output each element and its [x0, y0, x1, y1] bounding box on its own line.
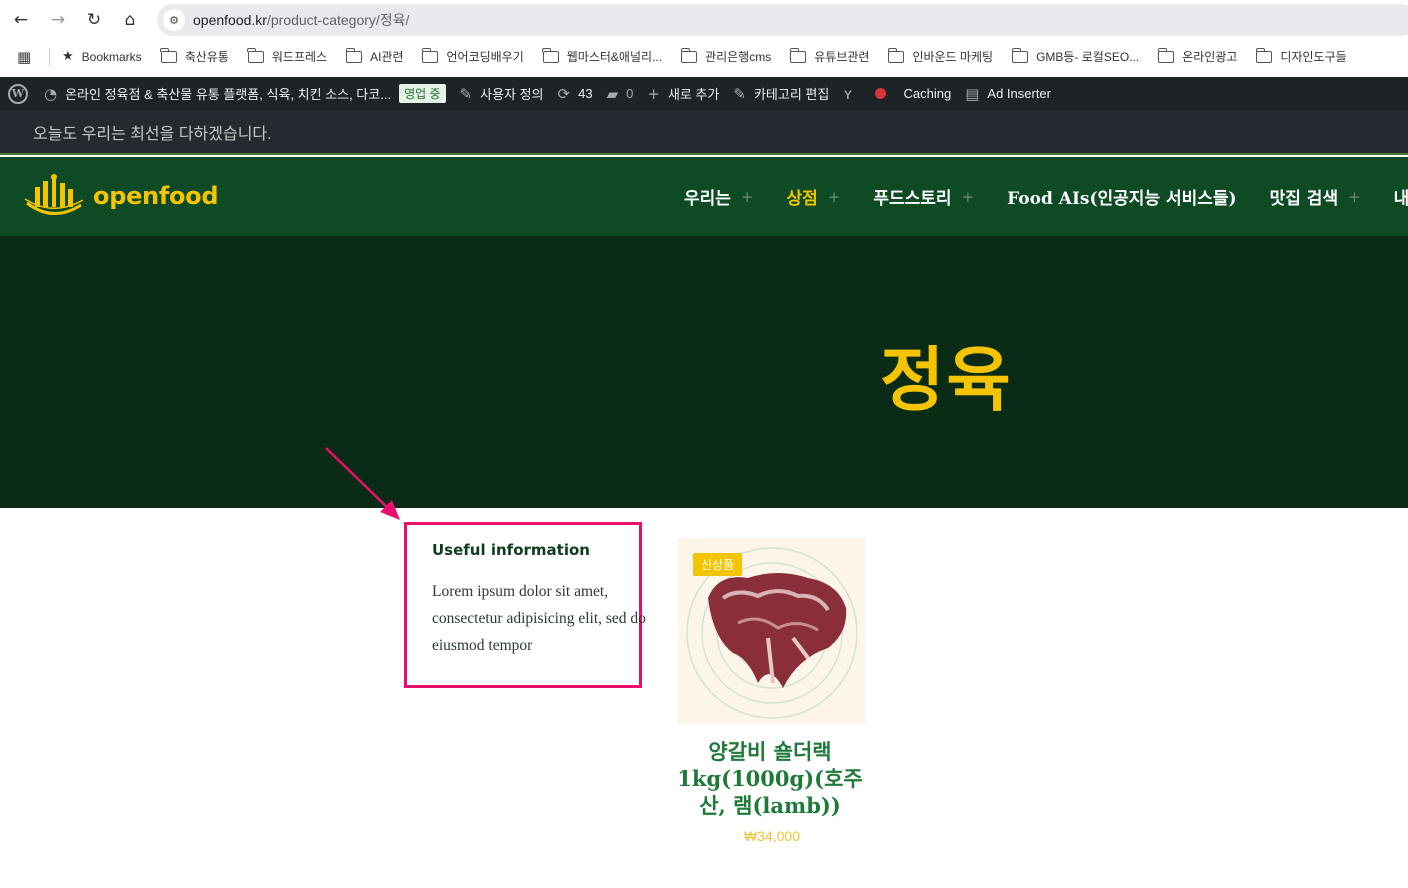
- plus-icon: +: [647, 84, 660, 103]
- bookmarks-bar: ▦ ★ Bookmarks 축산유통 워드프레스 AI관련 언어코딩배우기 웹마스…: [0, 40, 1408, 73]
- useful-information-widget: Useful information Lorem ipsum dolor sit…: [404, 522, 646, 688]
- admin-yoast[interactable]: ʏ: [843, 85, 860, 103]
- wordpress-logo-icon[interactable]: W: [8, 83, 28, 104]
- folder-icon: [247, 47, 264, 63]
- folder-icon: [888, 47, 905, 63]
- pencil-icon: ✎: [733, 84, 746, 103]
- site-info-icon[interactable]: ⚙: [163, 9, 185, 31]
- product-title[interactable]: 양갈비 숄더랙 1kg(1000g)(호주산, 램(lamb)): [676, 738, 864, 819]
- expand-plus-icon[interactable]: +: [1348, 188, 1361, 206]
- bookmark-folder[interactable]: 온라인광고: [1157, 47, 1237, 65]
- forward-arrow-icon: →: [50, 10, 66, 30]
- folder-icon: [789, 47, 807, 63]
- main-menu: 우리는 + 상점 + 푸드스토리 + Food AIs(인공지능 서비스들) 맛집 검…: [684, 184, 1408, 210]
- logo-mark-icon: [24, 174, 84, 215]
- admin-customize[interactable]: ✎ 사용자 정의: [460, 84, 544, 103]
- url-path: /product-category/정육/: [266, 12, 410, 28]
- updates-icon: ⟳: [557, 84, 571, 103]
- bookmark-item-bookmarks[interactable]: ★ Bookmarks: [62, 49, 142, 64]
- url-host: openfood.kr: [193, 12, 267, 28]
- reload-icon: ↻: [86, 10, 102, 30]
- category-hero: 정육: [0, 236, 1408, 508]
- home-button[interactable]: ⌂: [117, 8, 143, 32]
- tagline: 오늘도 우리는 최선을 다하겠습니다.: [33, 125, 272, 143]
- product-card[interactable]: 신상품 양갈비 숄더랙 1kg(1000g)(호주산, 램(lamb)) ₩34…: [676, 538, 866, 844]
- bookmark-folder[interactable]: 축산유통: [160, 47, 229, 65]
- yoast-icon: ʏ: [843, 84, 853, 103]
- widget-body: Lorem ipsum dolor sit amet, consectetur …: [432, 583, 646, 654]
- folder-icon: [1256, 47, 1273, 63]
- menu-item-food-story[interactable]: 푸드스토리 +: [873, 184, 975, 210]
- site-header: openfood 우리는 + 상점 + 푸드스토리 + Food AIs(인공지능 서…: [0, 157, 1408, 236]
- bookmark-folder[interactable]: 관리은행cms: [680, 47, 771, 65]
- back-button[interactable]: ←: [8, 8, 34, 32]
- bookmark-folder[interactable]: AI관련: [345, 47, 403, 65]
- seo-status-dot: [874, 88, 886, 99]
- bookmark-folder[interactable]: 인바운드 마케팅: [888, 47, 993, 65]
- comment-bubble-icon: ▰: [606, 84, 619, 103]
- admin-new[interactable]: + 새로 추가: [647, 84, 719, 103]
- url-text: openfood.kr/product-category/정육/: [193, 10, 409, 30]
- product-image[interactable]: 신상품: [678, 538, 865, 724]
- expand-plus-icon[interactable]: +: [962, 188, 975, 206]
- bookmark-folder[interactable]: 웹마스터&애널리...: [542, 47, 662, 65]
- bookmarks-separator: [49, 47, 50, 66]
- star-icon: ★: [62, 49, 74, 64]
- new-product-badge: 신상품: [693, 553, 743, 576]
- home-icon: ⌂: [124, 10, 136, 30]
- back-arrow-icon: ←: [13, 10, 29, 30]
- menu-item-about[interactable]: 우리는 +: [684, 184, 754, 210]
- folder-icon: [542, 47, 559, 63]
- address-bar[interactable]: ⚙ openfood.kr/product-category/정육/: [157, 4, 1408, 36]
- menu-item-overflow[interactable]: 내: [1394, 184, 1408, 209]
- live-status-badge: 영업 중: [399, 84, 446, 103]
- folder-icon: [345, 47, 363, 63]
- admin-updates[interactable]: ⟳ 43: [558, 85, 593, 103]
- menu-item-restaurant-search[interactable]: 맛집 검색 +: [1270, 184, 1361, 210]
- expand-plus-icon[interactable]: +: [741, 188, 754, 206]
- admin-ad-inserter[interactable]: ▤ Ad Inserter: [965, 85, 1051, 103]
- reload-button[interactable]: ↻: [81, 8, 107, 32]
- folder-icon: [1011, 47, 1029, 63]
- page-title: 정육: [880, 339, 1013, 421]
- apps-grid-icon[interactable]: ▦: [17, 48, 35, 66]
- admin-edit-category[interactable]: ✎ 카테고리 편집: [733, 84, 829, 103]
- folder-icon: [160, 47, 177, 63]
- menu-item-food-ais[interactable]: Food AIs(인공지능 서비스들): [1007, 184, 1236, 209]
- wp-admin-bar: W ◔ 온라인 정육점 & 축산물 유통 플랫폼, 식육, 치킨 소스, 다코..…: [0, 77, 1408, 110]
- bookmark-folder[interactable]: 유튜브관련: [789, 47, 869, 65]
- bookmark-folder[interactable]: 디자인도구들: [1256, 47, 1347, 65]
- folder-icon: [1157, 47, 1175, 63]
- dashboard-gauge-icon: ◔: [44, 84, 58, 103]
- logo-text: openfood: [93, 182, 219, 210]
- bookmark-folder[interactable]: 워드프레스: [247, 47, 327, 65]
- widget-title: Useful information: [432, 541, 590, 559]
- brush-icon: ✎: [459, 84, 473, 103]
- site-logo[interactable]: openfood: [23, 173, 219, 219]
- folder-icon: [422, 47, 439, 63]
- expand-plus-icon[interactable]: +: [828, 188, 841, 206]
- annotation-arrow-icon: [325, 447, 400, 520]
- folder-icon: [680, 47, 698, 63]
- ad-inserter-icon: ▤: [965, 84, 980, 103]
- product-price: ₩34,000: [743, 828, 801, 844]
- bookmark-folder[interactable]: GMB등- 로컬SEO...: [1011, 47, 1139, 65]
- admin-caching[interactable]: Caching: [904, 86, 952, 101]
- admin-comments[interactable]: ▰ 0: [607, 85, 634, 103]
- menu-item-shop[interactable]: 상점 +: [787, 184, 841, 210]
- admin-site-name[interactable]: ◔ 온라인 정육점 & 축산물 유통 플랫폼, 식육, 치킨 소스, 다코... 영…: [44, 84, 446, 103]
- forward-button[interactable]: →: [45, 8, 71, 32]
- site-topbar: 오늘도 우리는 최선을 다하겠습니다.: [0, 110, 1408, 155]
- bookmark-folder[interactable]: 언어코딩배우기: [422, 47, 524, 65]
- browser-toolbar: ← → ↻ ⌂ ⚙ openfood.kr/product-category/정…: [0, 0, 1408, 40]
